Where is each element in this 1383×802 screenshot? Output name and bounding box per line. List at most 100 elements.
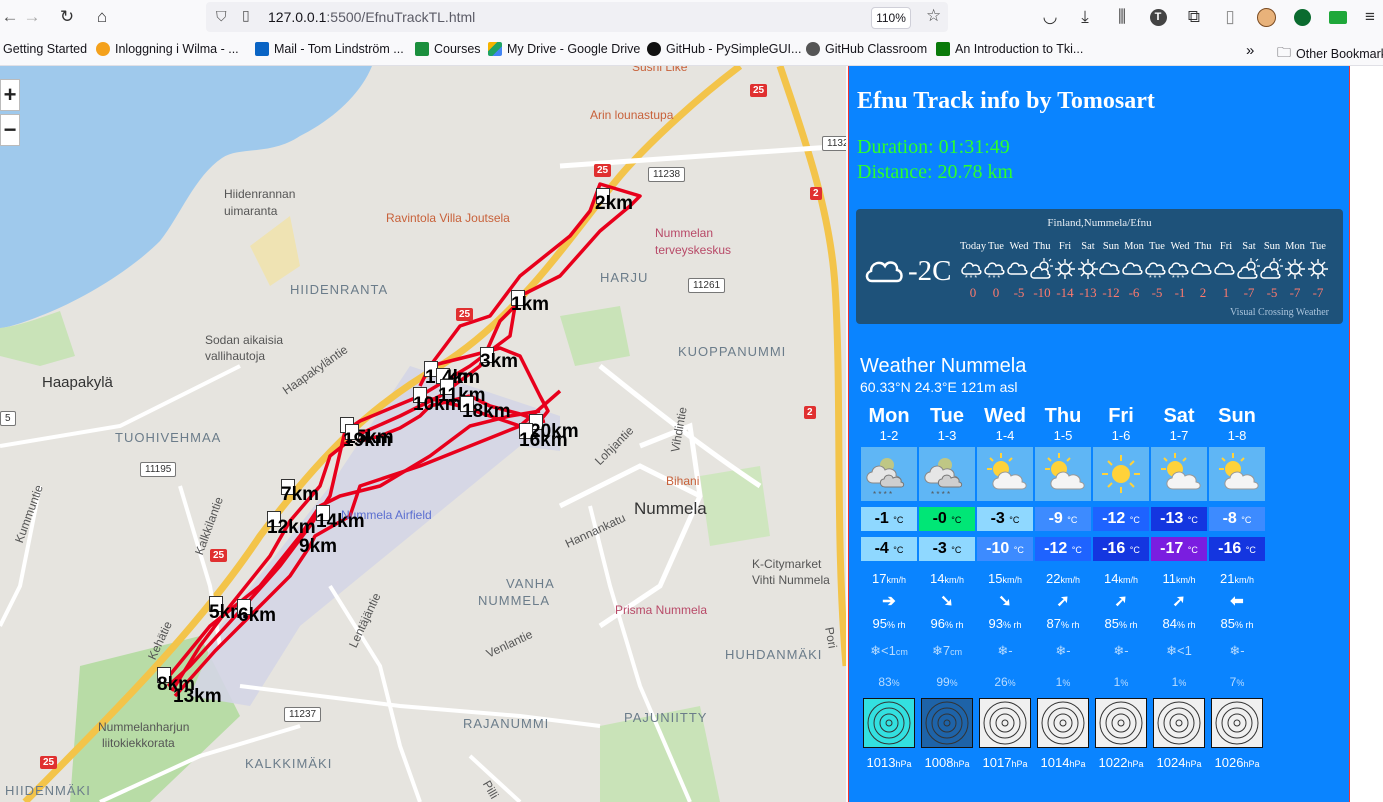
km-label: 6km	[238, 605, 277, 626]
bookmark-drive[interactable]: My Drive - Google Drive	[488, 42, 640, 56]
page-icon[interactable]: ▯	[242, 7, 250, 24]
humidity-unit: % rh	[886, 620, 906, 630]
road-shield: 25	[750, 84, 768, 97]
bookmark-github-classroom[interactable]: GitHub Classroom	[806, 42, 927, 56]
bookmark-tkinter[interactable]: An Introduction to Tki...	[936, 42, 1083, 56]
zoom-level-badge[interactable]: 110%	[871, 7, 911, 29]
place-label: Nummela	[634, 499, 707, 518]
temp-min-value: -10	[986, 540, 1010, 557]
extension-green-icon[interactable]	[1290, 5, 1314, 29]
snow-unit: cm	[895, 647, 908, 657]
humidity-value: 85	[1220, 616, 1235, 631]
phone-icon[interactable]: ▯	[1218, 5, 1242, 29]
account-icon[interactable]: T	[1146, 5, 1170, 29]
forecast-day-name: Wed	[984, 405, 1026, 427]
bookmark-wilma[interactable]: Inloggning i Wilma - ...	[96, 42, 239, 56]
cloud-snow-icon: * * * *	[861, 447, 917, 501]
area-label: VANHA	[506, 576, 555, 591]
temp-max-cell: -0 °C	[919, 507, 975, 531]
weather-widget[interactable]: Finland,Nummela/Efnu -2C Visual Crossing…	[856, 209, 1343, 324]
snow-amount: ❄<1	[1151, 643, 1207, 659]
other-bookmarks[interactable]: 🗀 Other Bookmarks	[1277, 42, 1383, 66]
area-label: HIIDENRANTA	[290, 282, 389, 297]
forecast-day-date: 1-2	[879, 428, 899, 443]
widget-credit[interactable]: Visual Crossing Weather	[1230, 307, 1329, 318]
snow-value: ❄-	[1055, 643, 1071, 658]
forecast-day-date: 1-7	[1169, 428, 1189, 443]
bookmark-github-pysimplegui[interactable]: GitHub - PySimpleGUI...	[647, 42, 801, 56]
probability-value: 83	[878, 675, 892, 689]
wind-value: 14	[1104, 571, 1119, 586]
url-text[interactable]: 127.0.0.1:5500/EfnuTrackTL.html	[268, 9, 475, 25]
humidity: 85% rh	[1209, 616, 1265, 631]
temp-max-cell: -8 °C	[1209, 507, 1265, 531]
snow-value: ❄<1	[870, 643, 896, 658]
reload-icon[interactable]: ↻	[55, 5, 79, 29]
track-map[interactable]: + − Sushi Like Arin lounastupa Hiidenran…	[0, 66, 846, 802]
road-shield: 11261	[688, 278, 726, 293]
wind-speed: 21km/h	[1209, 571, 1265, 586]
place-label: Haapakylä	[42, 374, 113, 391]
forward-icon[interactable]: →	[20, 5, 44, 29]
forecast-day-name: Tue	[929, 405, 965, 427]
probability-unit: %	[891, 678, 900, 688]
back-icon[interactable]: ←	[0, 5, 22, 29]
container-icon[interactable]: ⧉	[1182, 5, 1206, 29]
km-label: 16km	[519, 430, 568, 451]
wind-unit: km/h	[1002, 575, 1022, 585]
pocket-icon[interactable]: ◡	[1038, 5, 1062, 29]
km-label: 7km	[281, 484, 320, 505]
bookmark-getting-started[interactable]: Getting Started	[3, 42, 87, 56]
download-icon[interactable]: ⤓	[1073, 5, 1097, 29]
pressure-unit: hPa	[1069, 759, 1086, 769]
zoom-in-button[interactable]: +	[0, 79, 20, 111]
sun-cloud-icon	[1151, 447, 1207, 501]
area-label: KALKKIMÄKI	[245, 756, 333, 771]
extension-translate-icon[interactable]	[1326, 5, 1350, 29]
wind-unit: km/h	[1234, 575, 1254, 585]
zoom-out-button[interactable]: −	[0, 114, 20, 146]
probability-unit: %	[1062, 678, 1071, 688]
extension-face-icon[interactable]	[1254, 5, 1278, 29]
classroom-icon	[415, 42, 429, 56]
shield-icon[interactable]: ⛉	[216, 8, 227, 25]
forecast-day-date: 1-5	[1053, 428, 1073, 443]
temp-min-value: -4	[874, 540, 889, 557]
duration-text: Duration: 01:31:49	[857, 136, 1010, 158]
humidity-unit: % rh	[1118, 620, 1138, 630]
library-icon[interactable]: ⫼	[1110, 5, 1134, 29]
temp-max-value: -12	[1102, 510, 1126, 527]
snow-value: ❄<1	[1166, 643, 1192, 658]
folder-icon: 🗀	[1277, 44, 1291, 60]
temp-max-cell: -12 °C	[1093, 507, 1149, 531]
humidity-value: 93	[988, 616, 1003, 631]
chevron-overflow-icon[interactable]: »	[1246, 42, 1254, 59]
km-label: 9km	[299, 536, 338, 557]
cloud-icon	[1214, 262, 1235, 275]
km-label: 2km	[595, 193, 634, 214]
humidity: 93% rh	[977, 616, 1033, 631]
cloud-snow-icon: * * * *	[919, 447, 975, 501]
road-shield: 25	[594, 164, 612, 177]
widget-location: Finland,Nummela/Efnu	[1047, 217, 1152, 229]
bookmark-star-icon[interactable]: ☆	[926, 6, 941, 26]
wind-unit: km/h	[944, 575, 964, 585]
home-icon[interactable]: ⌂	[90, 5, 114, 29]
humidity: 95% rh	[861, 616, 917, 631]
pressure: 1026hPa	[1209, 755, 1265, 770]
temp-max-value: -0	[932, 510, 947, 527]
page-margin	[1350, 66, 1383, 802]
menu-icon[interactable]: ≡	[1358, 5, 1382, 29]
forecast-coords: 60.33°N 24.3°E 121m asl	[860, 379, 1018, 395]
area-label: RAJANUMMI	[463, 716, 550, 731]
pressure: 1008hPa	[919, 755, 975, 770]
road-shield: 11238	[648, 167, 686, 182]
area-label: HARJU	[600, 270, 649, 285]
bookmark-courses[interactable]: Courses	[415, 42, 481, 56]
wind-speed: 14km/h	[1093, 571, 1149, 586]
temp-min-value: -12	[1044, 540, 1068, 557]
temp-min-cell: -4 °C	[861, 537, 917, 561]
probability-unit: %	[1120, 678, 1129, 688]
bookmark-mail[interactable]: Mail - Tom Lindström ...	[255, 42, 404, 56]
github-icon	[647, 42, 661, 56]
